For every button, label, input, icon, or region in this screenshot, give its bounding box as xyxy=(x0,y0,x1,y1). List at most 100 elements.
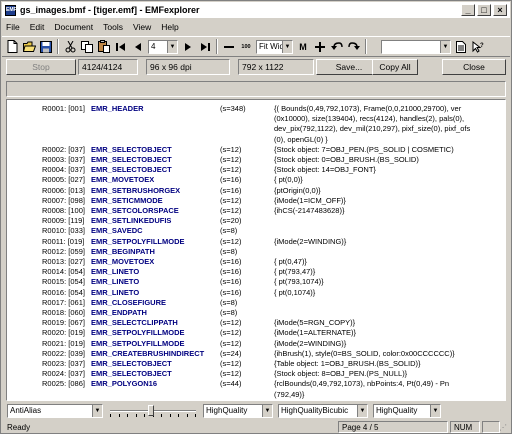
chevron-down-icon[interactable]: ▼ xyxy=(92,405,102,417)
maximize-button[interactable]: □ xyxy=(477,4,491,16)
zoom-in-icon[interactable] xyxy=(313,39,327,54)
menu-file[interactable]: File xyxy=(6,22,20,32)
record-row[interactable]: R0013: [027] EMR_MOVETOEX (s=16) { pt(0,47)… xyxy=(7,257,505,267)
title-bar[interactable]: EMF gs_images.bmf - [tiger.emf] - EMFexp… xyxy=(2,2,510,18)
document-properties-icon[interactable] xyxy=(454,39,468,54)
record-row[interactable]: R0022: [039] EMR_CREATEBRUSHINDIRECT (s=24… xyxy=(7,349,505,359)
record-row[interactable]: R0008: [100] EMR_SETCOLORSPACE (s=12) {ihCS… xyxy=(7,206,505,216)
smoothing-quality-select[interactable]: HighQuality ▼ xyxy=(373,404,441,418)
copy-all-button[interactable]: Copy All xyxy=(372,59,418,75)
menu-tools[interactable]: Tools xyxy=(103,22,123,32)
record-row[interactable]: R0023: [037] EMR_SELECTOBJECT (s=12) {Table… xyxy=(7,359,505,369)
record-row[interactable]: R0006: [013] EMR_SETBRUSHORGEX (s=16) {ptOr… xyxy=(7,186,505,196)
chevron-down-icon[interactable]: ▼ xyxy=(357,405,367,417)
interpolation-select[interactable]: HighQualityBicubic ▼ xyxy=(278,404,368,418)
record-row[interactable]: R0011: [019] EMR_SETPOLYFILLMODE (s=12) {iM… xyxy=(7,237,505,247)
record-type: EMR_CREATEBRUSHINDIRECT xyxy=(91,348,205,358)
paste-icon[interactable] xyxy=(97,39,111,54)
record-size: (s=12) xyxy=(220,338,242,348)
emf-record-list[interactable]: R0001: [001] EMR_HEADER (s=348) {( Bounds(0… xyxy=(6,99,506,401)
record-row[interactable]: R0019: [067] EMR_SELECTCLIPPATH (s=12) {iMo… xyxy=(7,318,505,328)
gamma-slider[interactable] xyxy=(108,404,198,418)
record-id: R0013: [027] xyxy=(42,257,85,266)
record-row[interactable]: R0007: [098] EMR_SETICMMODE (s=12) {iMode(1… xyxy=(7,196,505,206)
record-size: (s=12) xyxy=(220,236,242,246)
help-pointer-icon[interactable]: ? xyxy=(471,39,485,54)
record-detail: {rclBounds(0,49,792,1073), nbPoints:4, P… xyxy=(274,379,450,389)
menu-document[interactable]: Document xyxy=(54,22,93,32)
record-id: R0016: [054] xyxy=(42,287,85,297)
record-row[interactable]: R0017: [061] EMR_CLOSEFIGURE (s=8) xyxy=(7,298,505,308)
record-row[interactable]: R0026: [037] EMR_SELECTOBJECT (s=12) {Stock… xyxy=(7,400,505,401)
record-row[interactable]: (0), openGL(0) } xyxy=(7,135,505,145)
record-detail: (0x10000), size(139404), recs(4124), han… xyxy=(274,114,465,124)
minimize-button[interactable]: _ xyxy=(461,4,475,16)
previous-page-icon[interactable] xyxy=(131,39,145,54)
record-id: R0003: [037] xyxy=(42,155,85,164)
render-quality-select[interactable]: HighQuality ▼ xyxy=(203,404,273,418)
record-detail: {ihBrush(1), style(0=BS_SOLID, color:0x0… xyxy=(274,348,455,358)
record-id: R0021: [019] xyxy=(42,338,85,348)
record-row[interactable]: R0025: [086] EMR_POLYGON16 (s=44) {rclBound… xyxy=(7,379,505,389)
app-icon[interactable]: EMF xyxy=(5,4,17,16)
zoom-100-icon[interactable]: 100 xyxy=(239,39,253,54)
last-page-icon[interactable] xyxy=(198,39,212,54)
record-row[interactable]: R0015: [054] EMR_LINETO (s=16) { pt(793,107… xyxy=(7,277,505,287)
undo-icon[interactable] xyxy=(330,39,344,54)
zoom-select[interactable]: Fit Widt ▼ xyxy=(256,39,293,54)
record-row[interactable]: R0018: [060] EMR_ENDPATH (s=8) xyxy=(7,308,505,318)
status-text: Ready xyxy=(7,423,31,432)
record-row[interactable]: R0004: [037] EMR_SELECTOBJECT (s=12) {Stock… xyxy=(7,165,505,175)
save-disk-icon[interactable] xyxy=(39,39,53,54)
record-row[interactable]: R0003: [037] EMR_SELECTOBJECT (s=12) {Stock… xyxy=(7,155,505,165)
record-row[interactable]: R0024: [037] EMR_SELECTOBJECT (s=12) {Stock… xyxy=(7,369,505,379)
first-page-icon[interactable] xyxy=(114,39,128,54)
record-id: R0025: [086] xyxy=(42,379,85,389)
chevron-down-icon[interactable]: ▼ xyxy=(167,40,177,53)
record-row[interactable]: R0020: [019] EMR_SETPOLYFILLMODE (s=12) {iM… xyxy=(7,328,505,338)
window-title: gs_images.bmf - [tiger.emf] - EMFexplore… xyxy=(20,5,200,15)
copy-icon[interactable] xyxy=(80,39,94,54)
record-row[interactable]: R0001: [001] EMR_HEADER (s=348) {( Bounds(0… xyxy=(7,104,505,114)
record-row[interactable]: R0016: [054] EMR_LINETO (s=16) { pt(0,1074)… xyxy=(7,288,505,298)
record-row[interactable]: R0005: [027] EMR_MOVETOEX (s=16) { pt(0,0)} xyxy=(7,175,505,185)
record-row[interactable]: R0014: [054] EMR_LINETO (s=16) { pt(793,47)… xyxy=(7,267,505,277)
cut-icon[interactable] xyxy=(63,39,77,54)
page-number-input[interactable]: 4 ▼ xyxy=(148,39,178,54)
record-type: EMR_SELECTOBJECT xyxy=(91,144,172,154)
open-folder-icon[interactable] xyxy=(22,39,36,54)
record-row[interactable]: R0021: [019] EMR_SETPOLYFILLMODE (s=12) {iM… xyxy=(7,339,505,349)
resize-grip-icon[interactable]: ⋰ xyxy=(499,423,509,433)
record-detail: {iMode(2=WINDING)} xyxy=(274,236,347,246)
chevron-down-icon[interactable]: ▼ xyxy=(262,405,272,417)
menu-help[interactable]: Help xyxy=(161,22,178,32)
slider-thumb[interactable] xyxy=(148,405,154,416)
close-window-button[interactable]: × xyxy=(493,4,507,16)
record-type: EMR_SELECTOBJECT xyxy=(91,165,172,175)
record-size: (s=8) xyxy=(220,246,238,256)
zoom-out-icon[interactable] xyxy=(222,39,236,54)
close-button[interactable]: Close xyxy=(442,59,506,75)
next-page-icon[interactable] xyxy=(181,39,195,54)
antialias-select[interactable]: AntiAlias ▼ xyxy=(7,404,103,418)
menu-view[interactable]: View xyxy=(133,22,151,32)
record-filter-select[interactable]: ▼ xyxy=(381,39,451,54)
chevron-down-icon[interactable]: ▼ xyxy=(440,40,450,53)
record-row[interactable]: R0012: [059] EMR_BEGINPATH (s=8) xyxy=(7,247,505,257)
record-row[interactable]: R0009: [119] EMR_SETLINKEDUFIS (s=20) xyxy=(7,216,505,226)
record-row[interactable]: R0002: [037] EMR_SELECTOBJECT (s=12) {Stock… xyxy=(7,145,505,155)
menu-edit[interactable]: Edit xyxy=(30,22,45,32)
chevron-down-icon[interactable]: ▼ xyxy=(430,405,440,417)
redo-icon[interactable] xyxy=(347,39,361,54)
m-button[interactable]: M xyxy=(296,39,310,54)
new-file-icon[interactable] xyxy=(5,39,19,54)
record-row[interactable]: dev_pix(792,1122), dev_mil(210,297), pix… xyxy=(7,124,505,134)
record-id: R0009: [119] xyxy=(42,216,85,226)
record-row[interactable]: (0x10000), size(139404), recs(4124), han… xyxy=(7,114,505,124)
stop-button[interactable]: Stop xyxy=(6,59,76,75)
record-row[interactable]: R0010: [033] EMR_SAVEDC (s=8) xyxy=(7,226,505,236)
record-row[interactable]: (792,49)} xyxy=(7,390,505,400)
record-detail: {iMode(2=WINDING)} xyxy=(274,338,347,348)
device-size: 792 x 1122 xyxy=(238,59,314,75)
chevron-down-icon[interactable]: ▼ xyxy=(282,40,292,53)
